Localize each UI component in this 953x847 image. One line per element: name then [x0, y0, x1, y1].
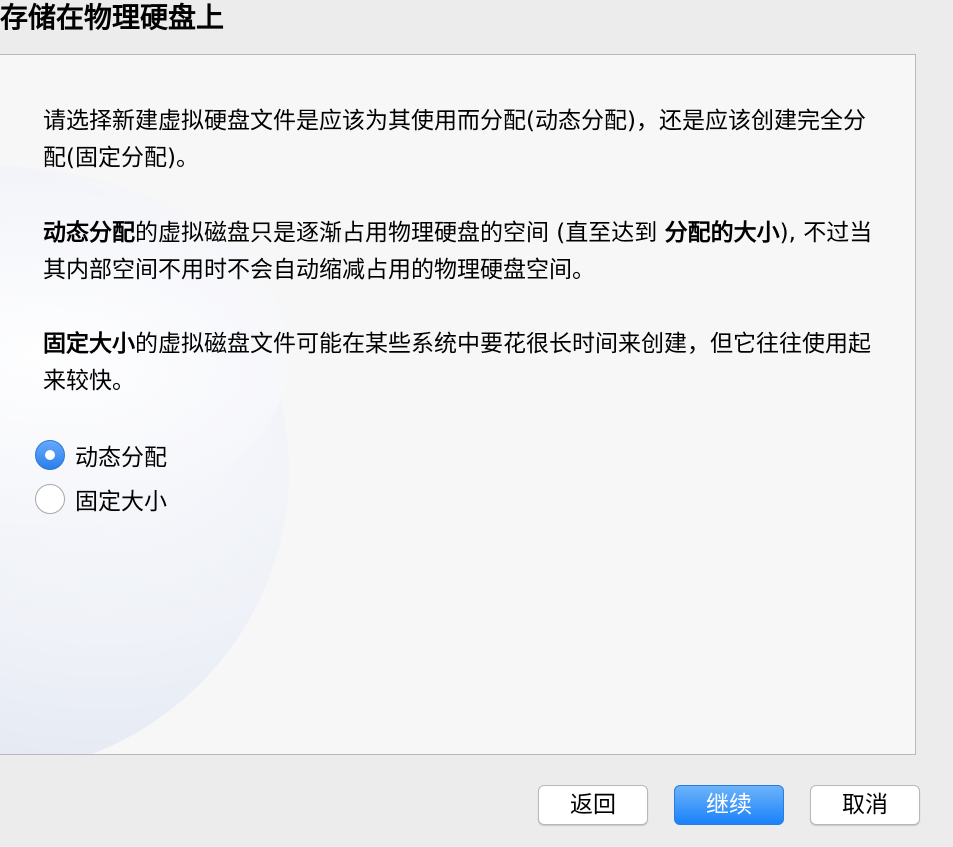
- cancel-button[interactable]: 取消: [810, 785, 920, 825]
- description-paragraph-1: 请选择新建虚拟硬盘文件是应该为其使用而分配(动态分配)，还是应该创建完全分配(固…: [43, 103, 873, 177]
- radio-option-fixed[interactable]: 固定大小: [35, 477, 167, 521]
- description-text-2a: 的虚拟磁盘只是逐渐占用物理硬盘的空间 (直至达到: [135, 220, 665, 246]
- radio-checked-icon[interactable]: [35, 440, 65, 470]
- radio-label-fixed: 固定大小: [75, 489, 167, 515]
- radio-unchecked-icon[interactable]: [35, 484, 65, 514]
- dynamic-term: 动态分配: [43, 220, 135, 246]
- content-panel: 请选择新建虚拟硬盘文件是应该为其使用而分配(动态分配)，还是应该创建完全分配(固…: [0, 54, 916, 755]
- description-paragraph-3: 固定大小的虚拟磁盘文件可能在某些系统中要花很长时间来创建，但它往往使用起来较快。: [43, 326, 873, 400]
- fixed-term: 固定大小: [43, 331, 135, 357]
- description-text-1: 请选择新建虚拟硬盘文件是应该为其使用而分配(动态分配)，还是应该创建完全分配(固…: [43, 108, 866, 171]
- continue-button[interactable]: 继续: [674, 785, 784, 825]
- radio-dot-icon: [45, 450, 55, 460]
- page-title: 存储在物理硬盘上: [0, 1, 225, 34]
- allocation-radio-group: 动态分配 固定大小: [35, 433, 167, 521]
- radio-option-dynamic[interactable]: 动态分配: [35, 433, 167, 477]
- description-text-3: 的虚拟磁盘文件可能在某些系统中要花很长时间来创建，但它往往使用起来较快。: [43, 331, 871, 394]
- allocated-size-term: 分配的大小: [664, 220, 780, 246]
- back-button[interactable]: 返回: [538, 785, 648, 825]
- description-paragraph-2: 动态分配的虚拟磁盘只是逐渐占用物理硬盘的空间 (直至达到 分配的大小), 不过当…: [43, 215, 873, 289]
- radio-label-dynamic: 动态分配: [75, 445, 167, 471]
